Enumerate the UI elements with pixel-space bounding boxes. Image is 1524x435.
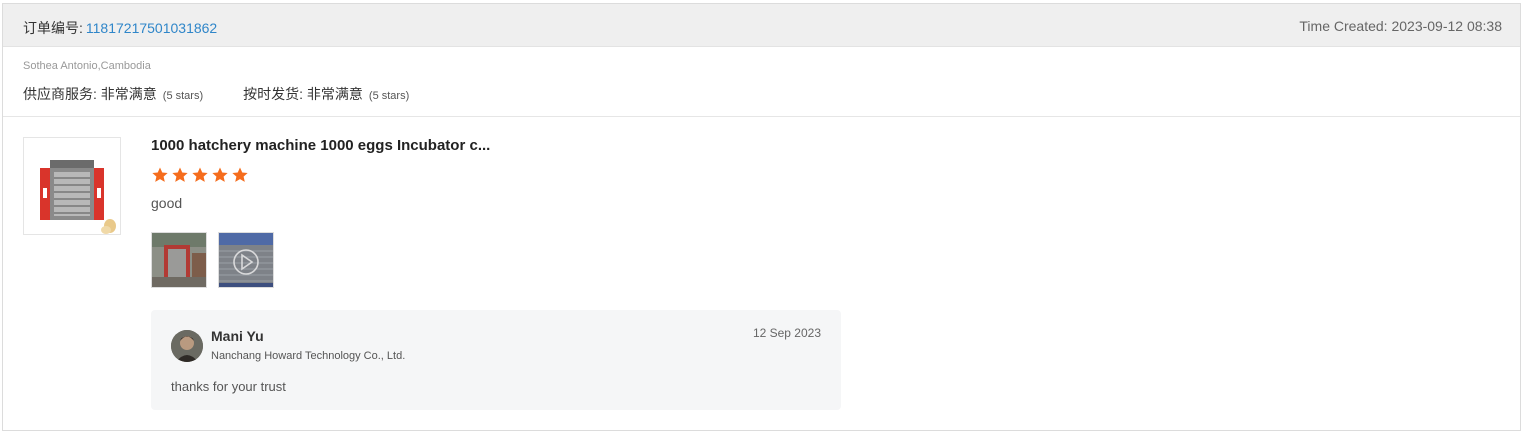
rating-note: (5 stars) xyxy=(162,90,204,102)
order-number-link[interactable]: 11817217501031862 xyxy=(86,20,217,36)
time-created: Time Created: 2023-09-12 08:38 xyxy=(1299,18,1502,34)
video-thumbnail xyxy=(219,233,273,287)
rating-label: 供应商服务: 非常满意 xyxy=(23,86,157,102)
review-card: 订单编号: 11817217501031862 Time Created: 202… xyxy=(2,3,1521,431)
reply-text: thanks for your trust xyxy=(171,379,286,394)
review-video[interactable] xyxy=(218,232,274,288)
reply-author-name: Mani Yu xyxy=(211,328,264,344)
star-icon xyxy=(172,167,188,182)
star-icon xyxy=(192,167,208,182)
rating-label: 按时发货: 非常满意 xyxy=(243,86,363,102)
review-comment: good xyxy=(151,195,183,211)
photo-thumbnail xyxy=(152,233,206,287)
incubator-image xyxy=(40,160,116,234)
order-number-label: 订单编号: xyxy=(23,20,83,36)
avatar-image xyxy=(171,330,203,362)
star-icon xyxy=(232,167,248,182)
rating-supplier-service: 供应商服务: 非常满意 (5 stars) xyxy=(23,84,203,104)
product-thumbnail[interactable] xyxy=(23,137,121,235)
buyer-name-location: Sothea Antonio,Cambodia xyxy=(23,60,151,72)
order-header: 订单编号: 11817217501031862 Time Created: 202… xyxy=(3,4,1520,47)
order-number-row: 订单编号: 11817217501031862 xyxy=(23,18,217,38)
star-icon xyxy=(152,167,168,182)
avatar xyxy=(171,330,203,362)
review-photo[interactable] xyxy=(151,232,207,288)
supplier-ratings: 供应商服务: 非常满意 (5 stars) 按时发货: 非常满意 (5 stars) xyxy=(23,84,449,104)
review-stars xyxy=(151,166,251,184)
reply-company: Nanchang Howard Technology Co., Ltd. xyxy=(211,350,406,362)
reply-date: 12 Sep 2023 xyxy=(752,326,821,340)
rating-on-time-delivery: 按时发货: 非常满意 (5 stars) xyxy=(243,84,409,104)
rating-note: (5 stars) xyxy=(368,90,410,102)
product-title[interactable]: 1000 hatchery machine 1000 eggs Incubato… xyxy=(151,137,490,154)
star-icon xyxy=(212,167,228,182)
seller-reply: Mani Yu Nanchang Howard Technology Co., … xyxy=(151,310,841,410)
section-divider xyxy=(3,116,1520,117)
